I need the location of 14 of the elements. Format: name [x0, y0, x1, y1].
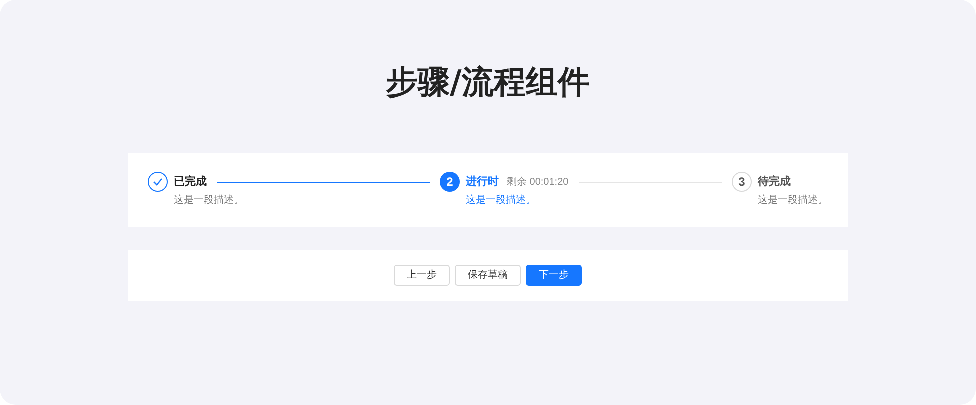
step-title: 进行时	[466, 174, 499, 190]
step-button[interactable]: 保存草稿	[455, 265, 521, 286]
page-title: 步骤/流程组件	[386, 62, 590, 103]
step-description: 这是一段描述。	[758, 194, 828, 208]
step-title: 待完成	[758, 174, 791, 190]
step-button[interactable]: 上一步	[394, 265, 450, 286]
step-description: 这是一段描述。	[174, 194, 245, 208]
check-icon	[153, 178, 163, 186]
step-description: 这是一段描述。	[466, 194, 537, 208]
step-button[interactable]: 下一步	[526, 265, 582, 286]
step-icon: 3	[732, 172, 752, 192]
step-title: 已完成	[174, 174, 207, 190]
step-icon: 2	[440, 172, 460, 192]
step-subtitle: 剩余 00:01:20	[507, 176, 569, 190]
